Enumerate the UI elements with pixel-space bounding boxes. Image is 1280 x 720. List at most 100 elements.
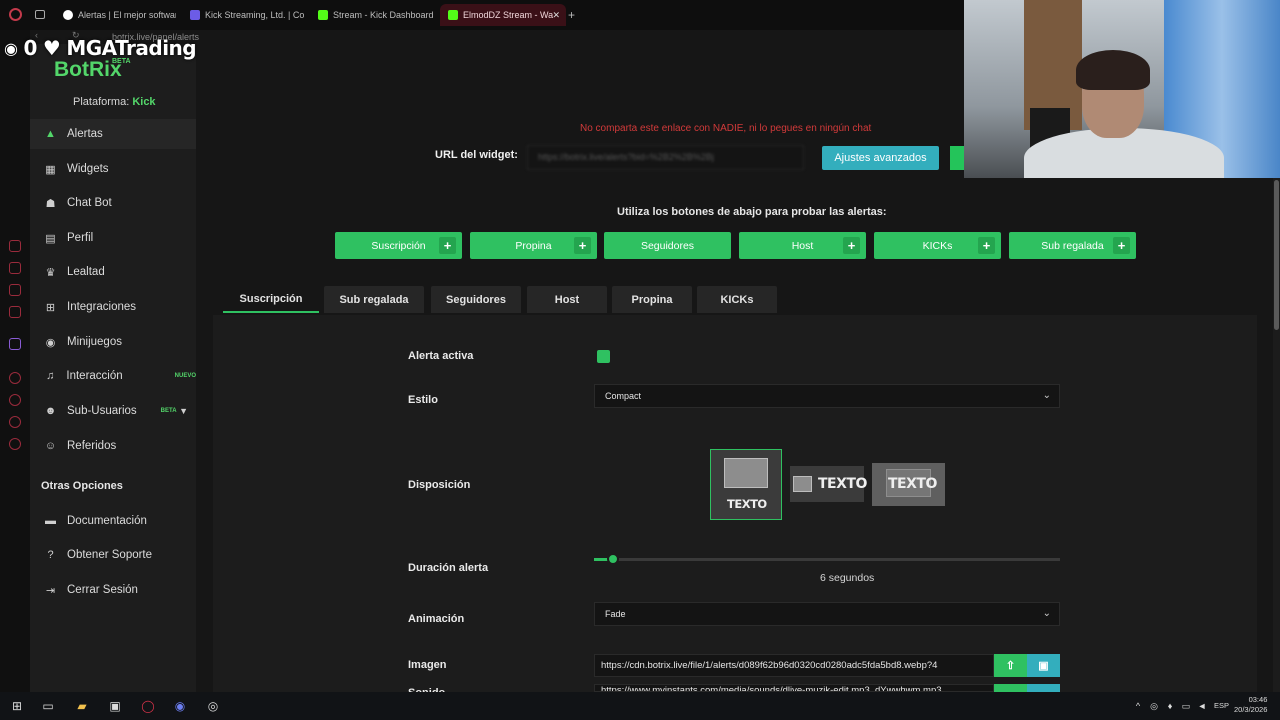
animation-label: Animación: [408, 613, 465, 625]
animation-select[interactable]: Fade ⌄: [594, 602, 1060, 626]
sidebar-item-documentacion[interactable]: ▬ Documentación: [30, 506, 196, 536]
test-seguidores-button[interactable]: Seguidores: [604, 232, 731, 259]
sidebar-item-chat-bot[interactable]: ☗ Chat Bot: [30, 188, 196, 218]
windows-start-icon[interactable]: ⊞: [10, 699, 24, 713]
store-icon[interactable]: ▣: [108, 699, 122, 713]
image-label: Imagen: [408, 659, 447, 671]
referrals-icon: ☺: [44, 440, 57, 452]
browser-tab[interactable]: Alertas | El mejor software: [55, 4, 176, 26]
style-select[interactable]: Compact ⌄: [594, 384, 1060, 408]
file-explorer-icon[interactable]: ▰: [75, 699, 89, 713]
widget-url-field[interactable]: https://botrix.live/alerts?bid=%2B2%2B%2…: [527, 145, 804, 170]
chevron-down-icon[interactable]: ▼: [179, 406, 188, 416]
id-card-icon: ▤: [45, 232, 56, 245]
close-tab-icon[interactable]: ✕: [552, 10, 560, 21]
plus-icon: +: [1113, 237, 1130, 254]
browser-tab[interactable]: Kick Streaming, Ltd. | Con: [182, 4, 304, 26]
test-sub-regalada-button[interactable]: Sub regalada +: [1009, 232, 1136, 259]
tab-favicon-icon: [63, 10, 73, 20]
sidebar-app-icon[interactable]: [9, 394, 21, 406]
other-options-heading: Otras Opciones: [41, 480, 123, 492]
sidebar-item-widgets[interactable]: ▦ Widgets: [30, 154, 196, 184]
duration-slider-track[interactable]: [594, 558, 1060, 561]
test-host-button[interactable]: Host +: [739, 232, 866, 259]
trophy-icon: ♛: [45, 266, 56, 279]
tab-favicon-icon: [190, 10, 200, 20]
sidebar-item-perfil[interactable]: ▤ Perfil: [30, 223, 196, 253]
sidebar-app-icon[interactable]: [9, 262, 21, 274]
sound-url-input[interactable]: https://www.myinstants.com/media/sounds/…: [594, 684, 994, 692]
layout-option-side[interactable]: TEXTO: [790, 466, 867, 502]
new-tab-button[interactable]: +: [568, 8, 575, 22]
robot-icon: ☗: [45, 197, 56, 210]
tab-seguidores[interactable]: Seguidores: [431, 286, 521, 313]
tab-suscripcion[interactable]: Suscripción: [223, 286, 319, 313]
plus-icon: +: [439, 237, 456, 254]
tab-sub-regalada[interactable]: Sub regalada: [324, 286, 424, 313]
sidebar-app-icon[interactable]: [9, 284, 21, 296]
language-indicator[interactable]: ESP: [1214, 701, 1229, 710]
layout-option-overlay[interactable]: TEXTO: [872, 463, 945, 506]
tray-app-icon[interactable]: ◎: [1147, 699, 1161, 713]
opera-icon[interactable]: ◯: [141, 699, 155, 713]
discord-icon[interactable]: ◉: [173, 699, 187, 713]
opera-logo-icon[interactable]: [9, 8, 22, 21]
gallery-icon[interactable]: [1027, 684, 1060, 692]
twitch-icon[interactable]: [9, 338, 21, 350]
music-icon: ♫: [46, 370, 55, 382]
settings-icon[interactable]: [9, 438, 21, 450]
viewer-count: 0: [23, 36, 37, 60]
microphone-icon[interactable]: ♦: [1163, 699, 1177, 713]
browser-tab[interactable]: Stream - Kick Dashboard: [310, 4, 436, 26]
network-icon[interactable]: ▭: [1179, 699, 1193, 713]
system-clock[interactable]: 03:46 20/3/2026: [1234, 695, 1267, 715]
sidebar-item-soporte[interactable]: ? Obtener Soporte: [30, 540, 196, 570]
tab-propina[interactable]: Propina: [612, 286, 692, 313]
test-kicks-button[interactable]: KICKs +: [874, 232, 1001, 259]
sidebar-item-alertas[interactable]: ▲ Alertas: [30, 119, 196, 149]
sidebar-item-lealtad[interactable]: ♛ Lealtad: [30, 257, 196, 287]
upload-icon[interactable]: ⇧: [994, 654, 1027, 677]
advanced-settings-button[interactable]: Ajustes avanzados: [822, 146, 939, 170]
sidebar-item-integraciones[interactable]: ⊞ Integraciones: [30, 292, 196, 322]
task-view-icon[interactable]: ▭: [41, 699, 55, 713]
logout-icon: ⇥: [45, 584, 56, 597]
volume-icon[interactable]: ◄: [1195, 699, 1209, 713]
new-badge: NUEVO: [174, 373, 196, 379]
sidebar-item-referidos[interactable]: ☺ Referidos: [30, 431, 196, 461]
alert-active-checkbox[interactable]: [597, 350, 610, 363]
gallery-icon[interactable]: ▣: [1027, 654, 1060, 677]
sidebar-app-icon[interactable]: [9, 372, 21, 384]
layout-label: Disposición: [408, 479, 471, 491]
sidebar-app-icon[interactable]: [9, 240, 21, 252]
sidebar-item-interaccion[interactable]: ♫ Interacción NUEVO: [30, 361, 196, 391]
browser-tab-active[interactable]: ElmodDZ Stream - Wa ✕: [440, 4, 566, 26]
eye-icon: ◉: [4, 38, 18, 58]
duration-slider-thumb[interactable]: [607, 553, 619, 565]
tab-overview-icon[interactable]: [35, 10, 45, 19]
sidebar-item-cerrar-sesion[interactable]: ⇥ Cerrar Sesión: [30, 575, 196, 605]
sidebar-app-icon[interactable]: [9, 306, 21, 318]
test-propina-button[interactable]: Propina +: [470, 232, 597, 259]
sidebar-app-icon[interactable]: [9, 416, 21, 428]
layout-option-stacked[interactable]: TEXTO: [710, 449, 782, 520]
tray-chevron-icon[interactable]: ^: [1131, 699, 1145, 713]
image-icon: [724, 458, 768, 488]
question-icon: ?: [47, 549, 54, 561]
upload-icon[interactable]: [994, 684, 1027, 692]
sidebar-item-minijuegos[interactable]: ◉ Minijuegos: [30, 327, 196, 357]
image-url-input[interactable]: https://cdn.botrix.live/file/1/alerts/d0…: [594, 654, 994, 677]
platform-indicator: Plataforma: Kick: [73, 96, 156, 108]
test-suscripcion-button[interactable]: Suscripción +: [335, 232, 462, 259]
warning-icon: ▲: [45, 128, 56, 140]
obs-icon[interactable]: ◎: [206, 699, 220, 713]
users-icon: ☻: [44, 405, 57, 417]
copy-url-button[interactable]: [950, 146, 964, 170]
sidebar-item-sub-usuarios[interactable]: ☻ Sub-Usuarios BETA ▼: [30, 396, 196, 426]
widget-url-label: URL del widget:: [435, 149, 518, 161]
test-alerts-label: Utiliza los botones de abajo para probar…: [617, 206, 887, 218]
tab-host[interactable]: Host: [527, 286, 607, 313]
scrollbar-thumb[interactable]: [1274, 180, 1279, 330]
chevron-down-icon: ⌄: [1042, 608, 1051, 619]
tab-kicks[interactable]: KICKs: [697, 286, 777, 313]
